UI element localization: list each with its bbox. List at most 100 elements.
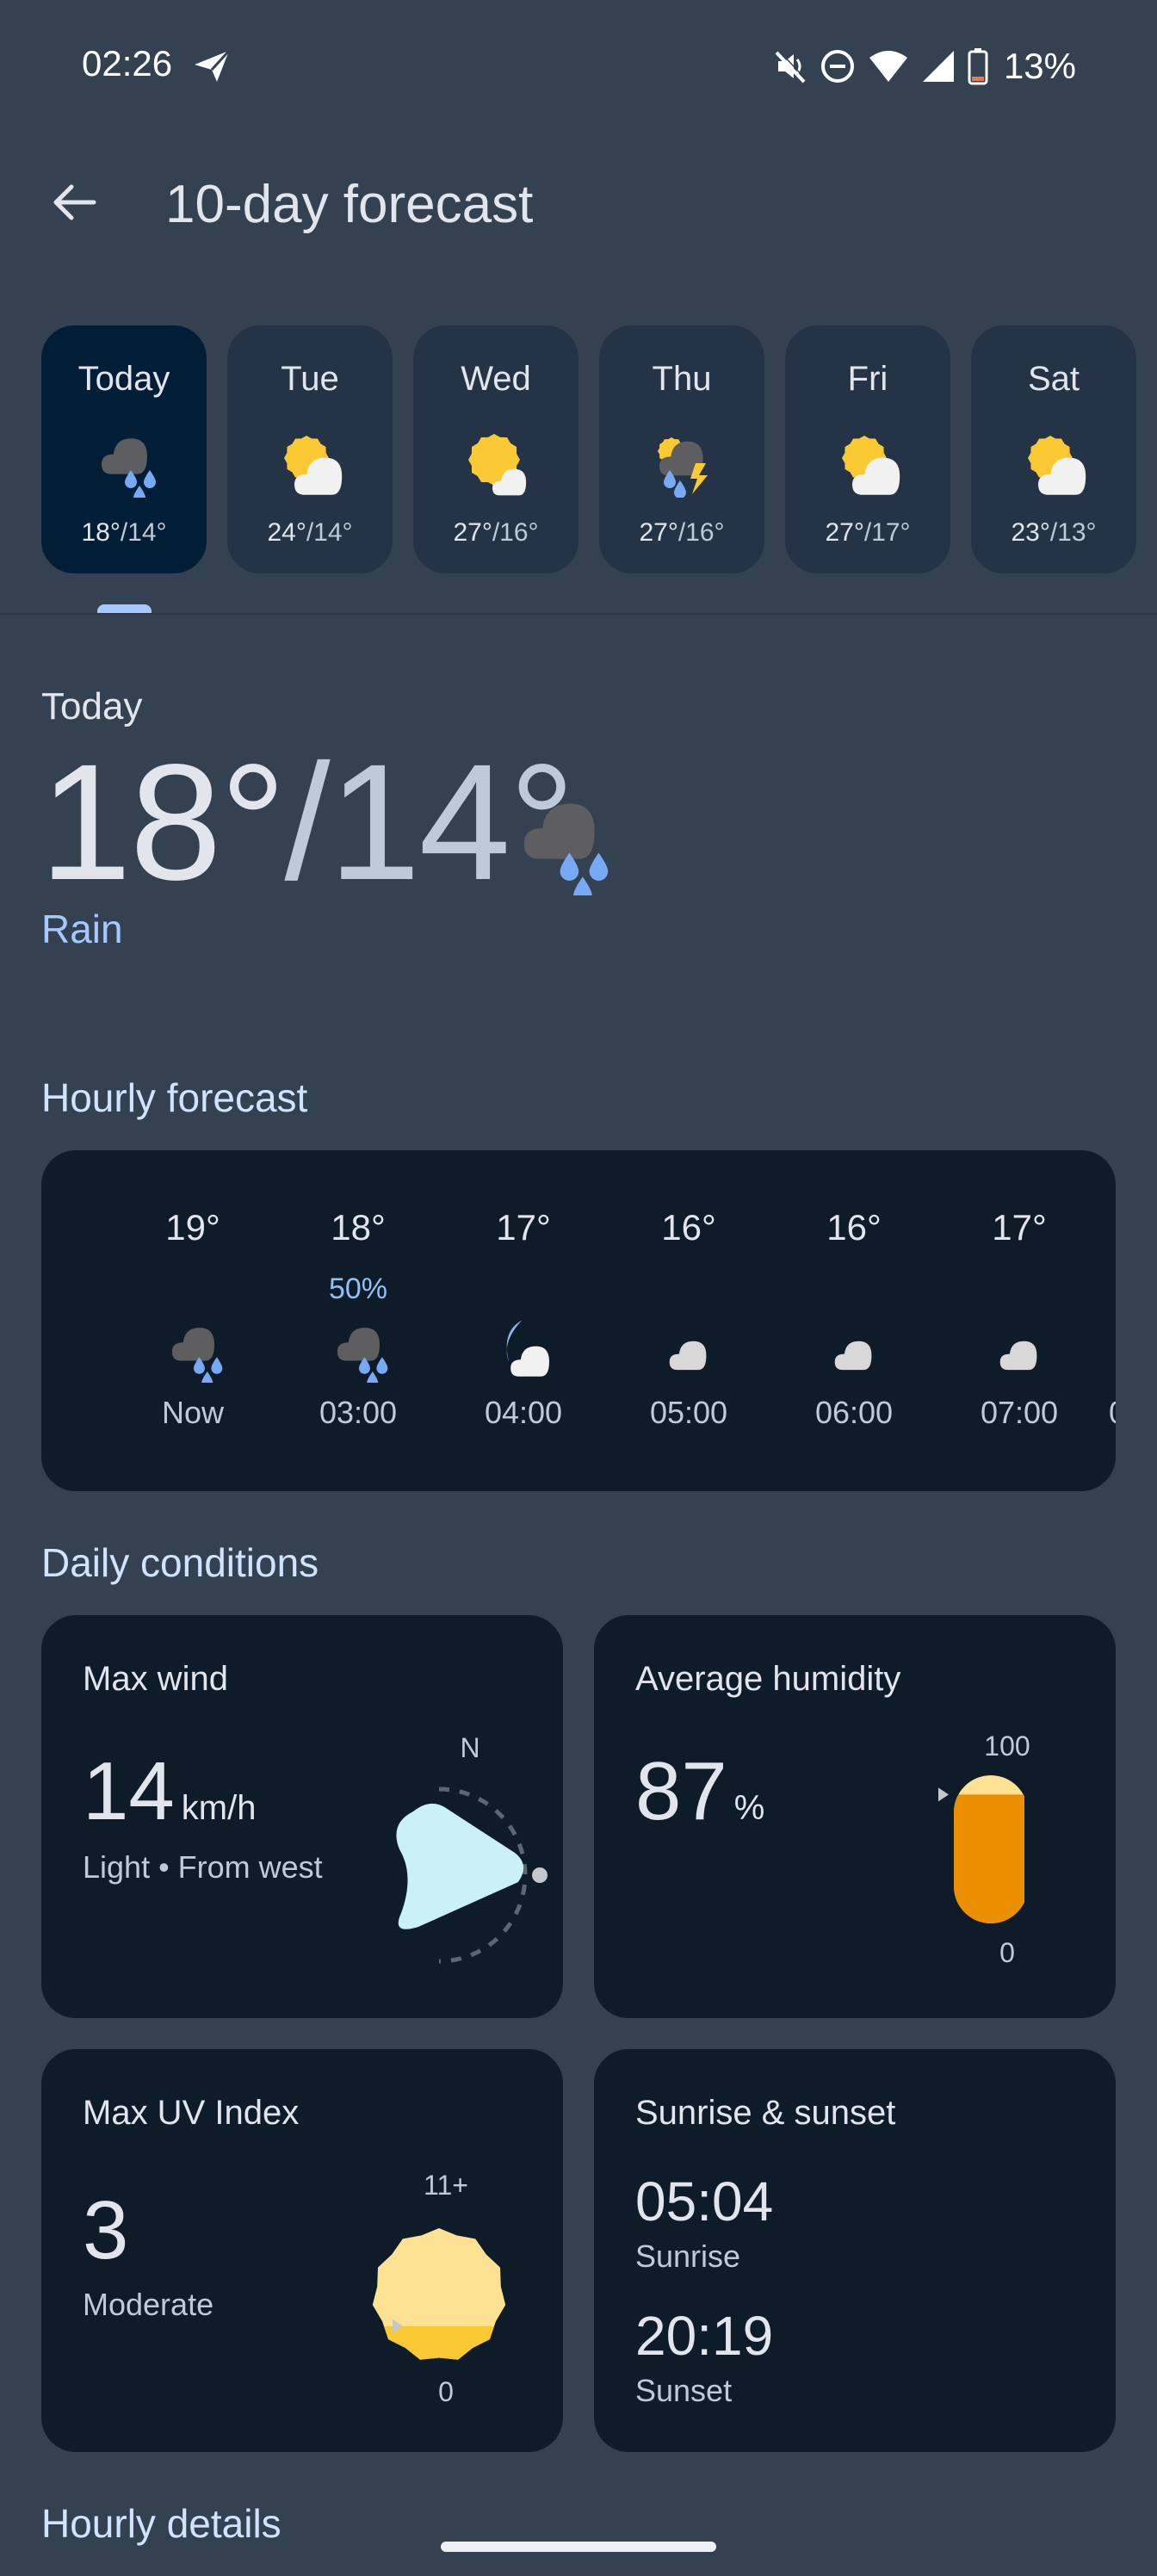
day-tab-label: Today: [77, 360, 170, 398]
status-time: 02:26: [82, 43, 173, 84]
max-wind-card[interactable]: Max wind 14 km/h Light • From west N: [41, 1615, 563, 2018]
day-tab-label: Thu: [652, 360, 712, 398]
day-tab-high: 27°: [453, 518, 492, 547]
hourly-time: 07:00: [980, 1395, 1059, 1430]
day-tab-temps: 24°/14°: [267, 518, 353, 547]
humidity-value-row: 87%: [635, 1744, 764, 1839]
hourly-details-title: Hourly details: [41, 2501, 282, 2546]
hourly-temp: 16°: [826, 1207, 882, 1248]
day-tab-temps: 23°/13°: [1011, 518, 1097, 547]
system-icons: 13%: [773, 45, 1076, 88]
hourly-item: 16° 06:00: [771, 1207, 937, 1431]
hourly-time: 05:00: [649, 1395, 728, 1430]
day-tab-high: 18°: [81, 518, 121, 547]
back-button[interactable]: [43, 176, 103, 228]
day-tab-tue[interactable]: Tue 24°/14°: [227, 325, 393, 573]
hourly-forecast-title: Hourly forecast: [41, 1075, 308, 1120]
wind-value: 14: [83, 1745, 175, 1837]
summary-day: Today: [41, 685, 143, 728]
hourly-time: Now: [161, 1395, 225, 1430]
rain-icon: [325, 1316, 392, 1389]
rain-icon: [88, 425, 160, 504]
hourly-forecast-card[interactable]: 19° Now 18° 50% 03:00 17° 04:00 16° 05:0…: [41, 1150, 1116, 1491]
wind-compass: [396, 1786, 548, 1964]
partly-cloudy-icon: [1018, 425, 1090, 498]
status-bar: 02:26 13%: [0, 0, 1157, 129]
summary-separator: /: [284, 729, 330, 914]
cloudy-icon: [655, 1316, 722, 1383]
day-tab-temps: 27°/16°: [639, 518, 725, 547]
home-indicator[interactable]: [441, 2542, 716, 2552]
day-tab-label: Fri: [847, 360, 888, 398]
day-tab-low: 14°: [127, 518, 167, 547]
day-tab-fri[interactable]: Fri 27°/17°: [785, 325, 950, 573]
hourly-time: 03:00: [319, 1395, 398, 1430]
hourly-temp: 19°: [165, 1207, 220, 1248]
hourly-temp: 17°: [992, 1207, 1047, 1248]
day-tab-label: Sat: [1027, 360, 1080, 398]
hourly-item: 19° Now: [110, 1207, 275, 1431]
mute-vibrate-off-icon: [775, 50, 807, 84]
hourly-time: 06:00: [814, 1395, 894, 1430]
tab-divider: [0, 613, 1157, 615]
day-tab-low: 14°: [313, 518, 353, 547]
uv-gauge-fill: [372, 2325, 506, 2360]
humidity-unit: %: [733, 1789, 765, 1827]
mostly-sunny-icon: [460, 425, 532, 498]
humidity-level-marker: [938, 1787, 949, 1802]
hourly-overflow-item: 0: [1109, 1395, 1116, 1431]
humidity-gauge-fill: [954, 1794, 1024, 1923]
day-tab-low: 13°: [1057, 518, 1097, 547]
day-tab-today[interactable]: Today 18°/14°: [41, 325, 207, 573]
uv-title: Max UV Index: [83, 2094, 300, 2132]
wind-title: Max wind: [83, 1660, 228, 1698]
hourly-item: 18° 50% 03:00: [275, 1207, 441, 1431]
arrow-back-icon: [53, 184, 96, 220]
uv-description: Moderate: [83, 2287, 214, 2322]
wind-direction-arrow: [396, 1803, 524, 1929]
hourly-temp: 17°: [496, 1207, 551, 1248]
day-tab-thu[interactable]: Thu 27°/16°: [599, 325, 764, 573]
wind-unit: km/h: [181, 1789, 257, 1827]
humidity-gauge: [938, 1775, 1024, 1923]
day-tab-high: 23°: [1011, 518, 1050, 547]
uv-min-label: 0: [438, 2376, 454, 2407]
max-uv-index-card[interactable]: Max UV Index 3 Moderate 11+ 0: [41, 2049, 563, 2452]
wifi-icon: [869, 51, 907, 82]
wind-value-row: 14 km/h: [83, 1744, 256, 1839]
hourly-temp: 18°: [331, 1207, 386, 1248]
day-tab-low: 17°: [871, 518, 911, 547]
day-tab-temps: 27°/17°: [825, 518, 911, 547]
day-tab-high: 24°: [267, 518, 306, 547]
cellular-signal-icon: [922, 51, 954, 82]
cloudy-icon: [986, 1316, 1053, 1383]
battery-percent: 13%: [1003, 46, 1076, 86]
precipitation-chance: 50%: [328, 1273, 388, 1305]
sunrise-sunset-card[interactable]: Sunrise & sunset 05:04 Sunrise 20:19 Sun…: [594, 2049, 1116, 2452]
telegram-icon: [195, 49, 231, 82]
summary-high: 18°: [40, 729, 286, 914]
compass-direction-marker: [532, 1867, 548, 1883]
do-not-disturb-icon: [820, 50, 854, 83]
uv-gauge: [372, 2228, 506, 2360]
sunset-label: Sunset: [635, 2373, 733, 2408]
rain-icon: [503, 783, 615, 905]
partly-cloudy-night-icon: [490, 1316, 557, 1383]
hourly-item: 17° 07:00: [937, 1207, 1102, 1431]
day-tab-label: Tue: [281, 360, 339, 398]
day-tab-sat[interactable]: Sat 23°/13°: [971, 325, 1136, 573]
daily-conditions-title: Daily conditions: [41, 1540, 319, 1585]
humidity-value: 87: [635, 1745, 727, 1837]
uv-value: 3: [83, 2184, 129, 2276]
day-tabs: Today 18°/14° Tue 24°/14° Wed 27°/16° Th…: [41, 325, 1136, 573]
hourly-list: 19° Now 18° 50% 03:00 17° 04:00 16° 05:0…: [110, 1207, 1102, 1431]
day-tab-high: 27°: [639, 518, 678, 547]
day-tab-wed[interactable]: Wed 27°/16°: [413, 325, 578, 573]
hourly-time: 04:00: [484, 1395, 563, 1430]
page-title: 10-day forecast: [165, 175, 534, 234]
summary-temperature: 18°/14°: [40, 736, 575, 908]
sunrise-label: Sunrise: [635, 2239, 741, 2274]
average-humidity-card[interactable]: Average humidity 87% 100 0: [594, 1615, 1116, 2018]
sunset-time: 20:19: [635, 2305, 774, 2367]
day-tab-temps: 27°/16°: [453, 518, 539, 547]
